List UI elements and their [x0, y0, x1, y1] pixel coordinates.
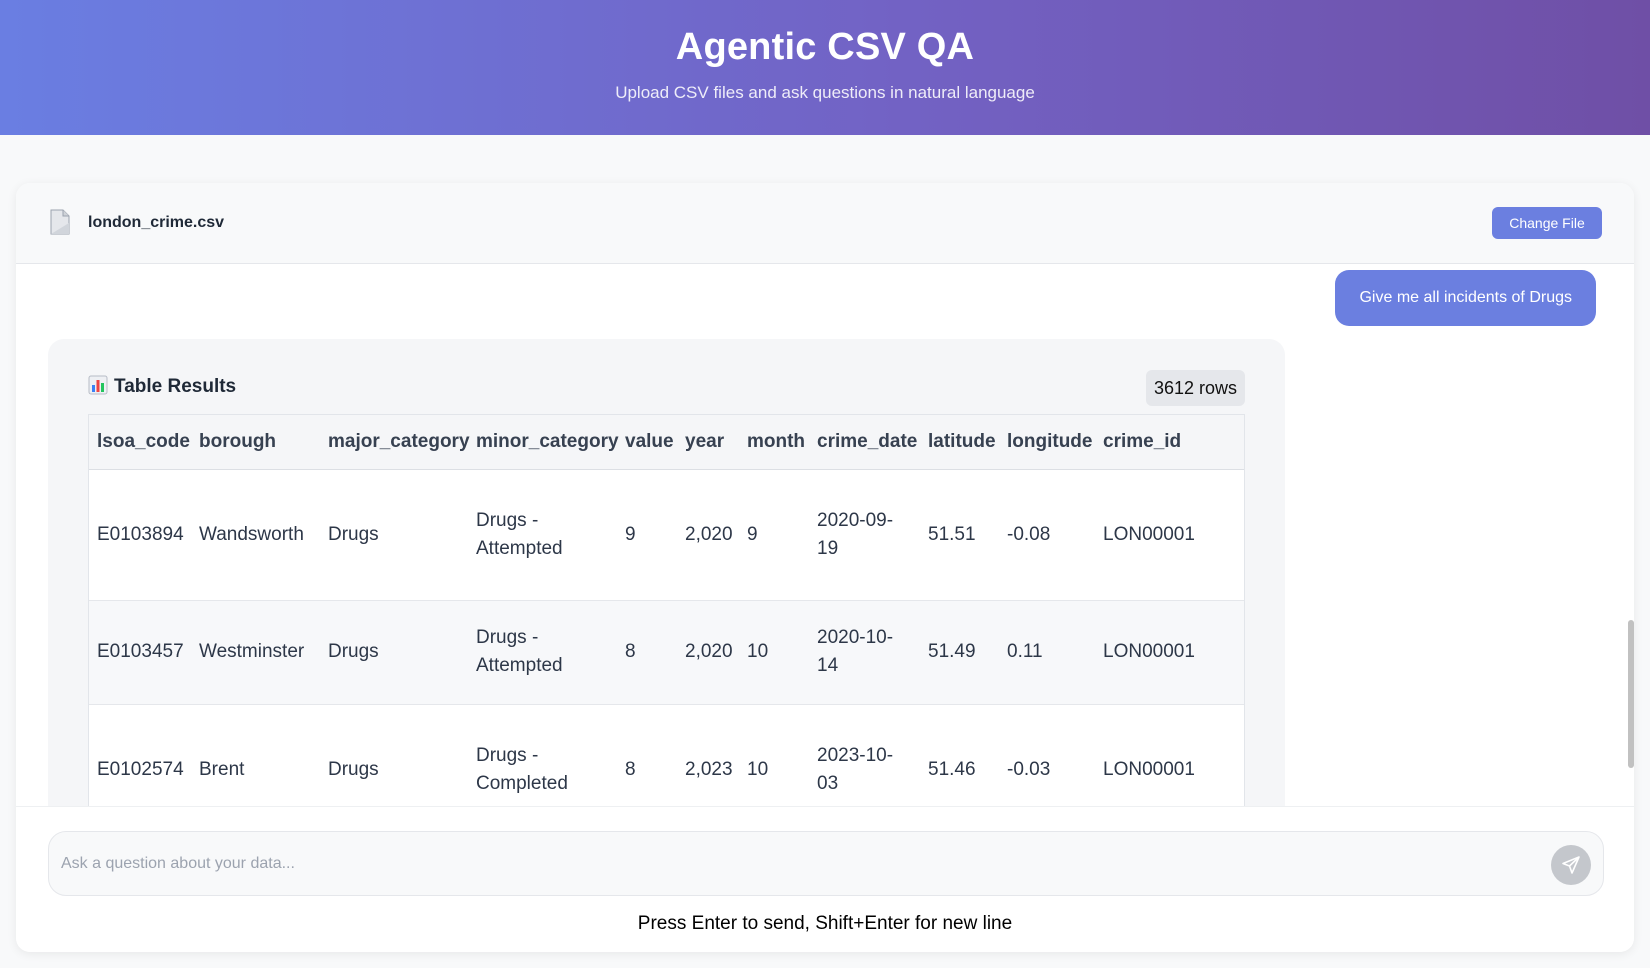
table-cell: 9: [617, 469, 677, 601]
file-icon: [49, 209, 71, 235]
question-input[interactable]: [61, 850, 1501, 878]
table-cell: Brent: [191, 704, 320, 806]
page-scrollbar[interactable]: [1628, 620, 1634, 768]
table-cell: 2,023: [677, 704, 739, 806]
table-cell: Drugs - Attempted: [468, 600, 617, 705]
app-title: Agentic CSV QA: [675, 26, 975, 68]
table-cell: 51.46: [920, 704, 999, 806]
app-header: Agentic CSV QA Upload CSV files and ask …: [0, 0, 1650, 135]
table-cell: 0.11: [999, 600, 1095, 705]
table-cell: Drugs - Completed: [468, 704, 617, 806]
results-table-container[interactable]: lsoa_code borough major_category minor_c…: [88, 414, 1245, 806]
table-cell: -0.03: [999, 704, 1095, 806]
change-file-button[interactable]: Change File: [1492, 207, 1602, 239]
table-cell: 2,020: [677, 469, 739, 601]
table-cell: Drugs: [320, 469, 468, 601]
table-cell: LON00001: [1095, 704, 1244, 806]
table-cell: LON00001: [1095, 469, 1244, 601]
results-table: lsoa_code borough major_category minor_c…: [89, 415, 1244, 806]
file-name: london_crime.csv: [88, 214, 225, 231]
table-results-panel: Table Results 3612 rows lsoa_code boroug…: [48, 339, 1285, 806]
column-header-year[interactable]: year: [677, 415, 739, 470]
column-header-crime-date[interactable]: crime_date: [809, 415, 920, 470]
column-header-lsoa-code[interactable]: lsoa_code: [89, 415, 191, 470]
table-cell: Drugs: [320, 600, 468, 705]
table-cell: 2023-10-03: [809, 704, 920, 806]
column-header-month[interactable]: month: [739, 415, 809, 470]
chat-messages[interactable]: Give me all incidents of Drugs Table Res…: [16, 264, 1634, 806]
table-cell: 8: [617, 704, 677, 806]
result-title: Table Results: [88, 375, 236, 398]
table-cell: 2020-09-19: [809, 469, 920, 601]
result-title-text: Table Results: [114, 376, 237, 397]
table-cell: 2,020: [677, 600, 739, 705]
table-cell: 10: [739, 600, 809, 705]
table-cell: 51.51: [920, 469, 999, 601]
user-message: Give me all incidents of Drugs: [1335, 270, 1596, 326]
input-area: Press Enter to send, Shift+Enter for new…: [16, 806, 1634, 952]
table-cell: E0102574: [89, 704, 191, 806]
row-count-badge: 3612 rows: [1145, 370, 1245, 406]
table-header-row: lsoa_code borough major_category minor_c…: [89, 415, 1244, 470]
file-bar: london_crime.csv Change File: [16, 183, 1634, 264]
column-header-major-category[interactable]: major_category: [320, 415, 470, 470]
table-cell: LON00001: [1095, 600, 1244, 705]
table-cell: E0103457: [89, 600, 191, 705]
app-subtitle: Upload CSV files and ask questions in na…: [615, 83, 1035, 102]
table-row: E0102574 Brent Drugs Drugs - Completed 8…: [89, 704, 1244, 806]
chat-card: london_crime.csv Change File Give me all…: [16, 183, 1634, 952]
table-cell: Wandsworth: [191, 469, 320, 601]
column-header-minor-category[interactable]: minor_category: [468, 415, 619, 470]
table-cell: 9: [739, 469, 809, 601]
table-cell: 51.49: [920, 600, 999, 705]
table-cell: E0103894: [89, 469, 191, 601]
table-cell: 2020-10-14: [809, 600, 920, 705]
column-header-longitude[interactable]: longitude: [999, 415, 1095, 470]
table-cell: -0.08: [999, 469, 1095, 601]
table-cell: Drugs - Attempted: [468, 469, 617, 601]
bar-chart-icon: [88, 375, 108, 395]
column-header-borough[interactable]: borough: [191, 415, 320, 470]
table-cell: Drugs: [320, 704, 468, 806]
table-cell: 10: [739, 704, 809, 806]
column-header-crime-id[interactable]: crime_id: [1095, 415, 1244, 470]
column-header-latitude[interactable]: latitude: [920, 415, 999, 470]
table-row: E0103457 Westminster Drugs Drugs - Attem…: [89, 600, 1244, 705]
table-row: E0103894 Wandsworth Drugs Drugs - Attemp…: [89, 469, 1244, 601]
send-button[interactable]: [1551, 845, 1591, 885]
column-header-value[interactable]: value: [617, 415, 677, 470]
table-cell: Westminster: [191, 600, 320, 705]
question-input-box: [48, 831, 1604, 896]
input-hint: Press Enter to send, Shift+Enter for new…: [637, 913, 1013, 934]
table-cell: 8: [617, 600, 677, 705]
